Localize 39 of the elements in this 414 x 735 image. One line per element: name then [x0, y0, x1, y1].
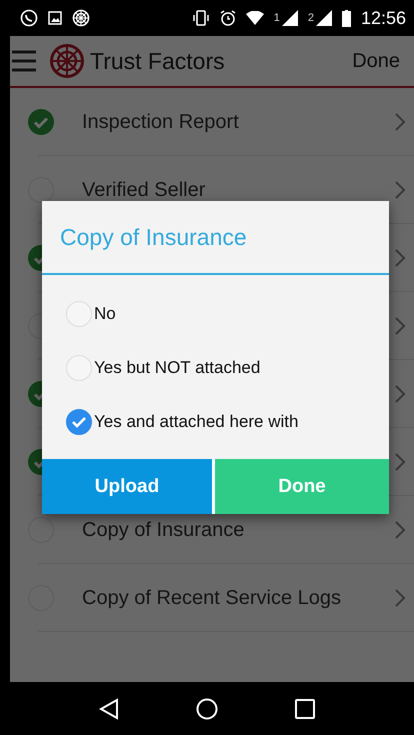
chevron-right-icon[interactable] [394, 180, 406, 200]
sim-number: 1 [274, 12, 280, 24]
dialog-title: Copy of Insurance [42, 201, 389, 275]
chevron-right-icon[interactable] [394, 452, 406, 472]
radio-option[interactable]: No [66, 289, 389, 339]
radio-option[interactable]: Yes and attached here with [66, 397, 389, 447]
chevron-right-icon[interactable] [394, 248, 406, 268]
wheel-icon [72, 9, 90, 27]
chevron-right-icon[interactable] [394, 520, 406, 540]
alarm-icon [220, 10, 236, 26]
vibrate-icon [192, 10, 210, 26]
list-item-label[interactable]: Copy of Recent Service Logs [82, 586, 394, 610]
chevron-right-icon[interactable] [394, 316, 406, 336]
back-icon[interactable] [98, 698, 119, 720]
recents-icon[interactable] [295, 698, 316, 718]
list-item-label[interactable]: Copy of Insurance [82, 518, 394, 542]
done-button[interactable]: Done [352, 50, 400, 72]
battery-icon [342, 10, 351, 26]
list-item-label[interactable]: Inspection Report [82, 110, 394, 134]
image-icon [48, 11, 62, 25]
sim-number: 2 [308, 12, 314, 24]
wifi-icon [246, 11, 264, 25]
signal-icon [282, 10, 298, 26]
signal-icon [316, 10, 332, 26]
chevron-right-icon[interactable] [394, 588, 406, 608]
app-title: Trust Factors [90, 48, 226, 74]
upload-button[interactable]: Upload [42, 459, 212, 514]
clock-time: 12:56 [360, 8, 406, 28]
radio-button[interactable] [66, 409, 92, 435]
radio-option[interactable]: Yes but NOT attached [66, 343, 389, 393]
menu-icon[interactable] [12, 50, 36, 72]
chevron-right-icon[interactable] [394, 384, 406, 404]
checkmark-icon [71, 415, 87, 429]
list-item-label[interactable]: Verified Seller [82, 178, 394, 202]
done-button[interactable]: Done [215, 459, 389, 514]
home-icon[interactable] [196, 698, 218, 720]
chevron-right-icon[interactable] [394, 112, 406, 132]
chat-icon [20, 9, 38, 27]
wheel-logo-icon [50, 44, 84, 78]
